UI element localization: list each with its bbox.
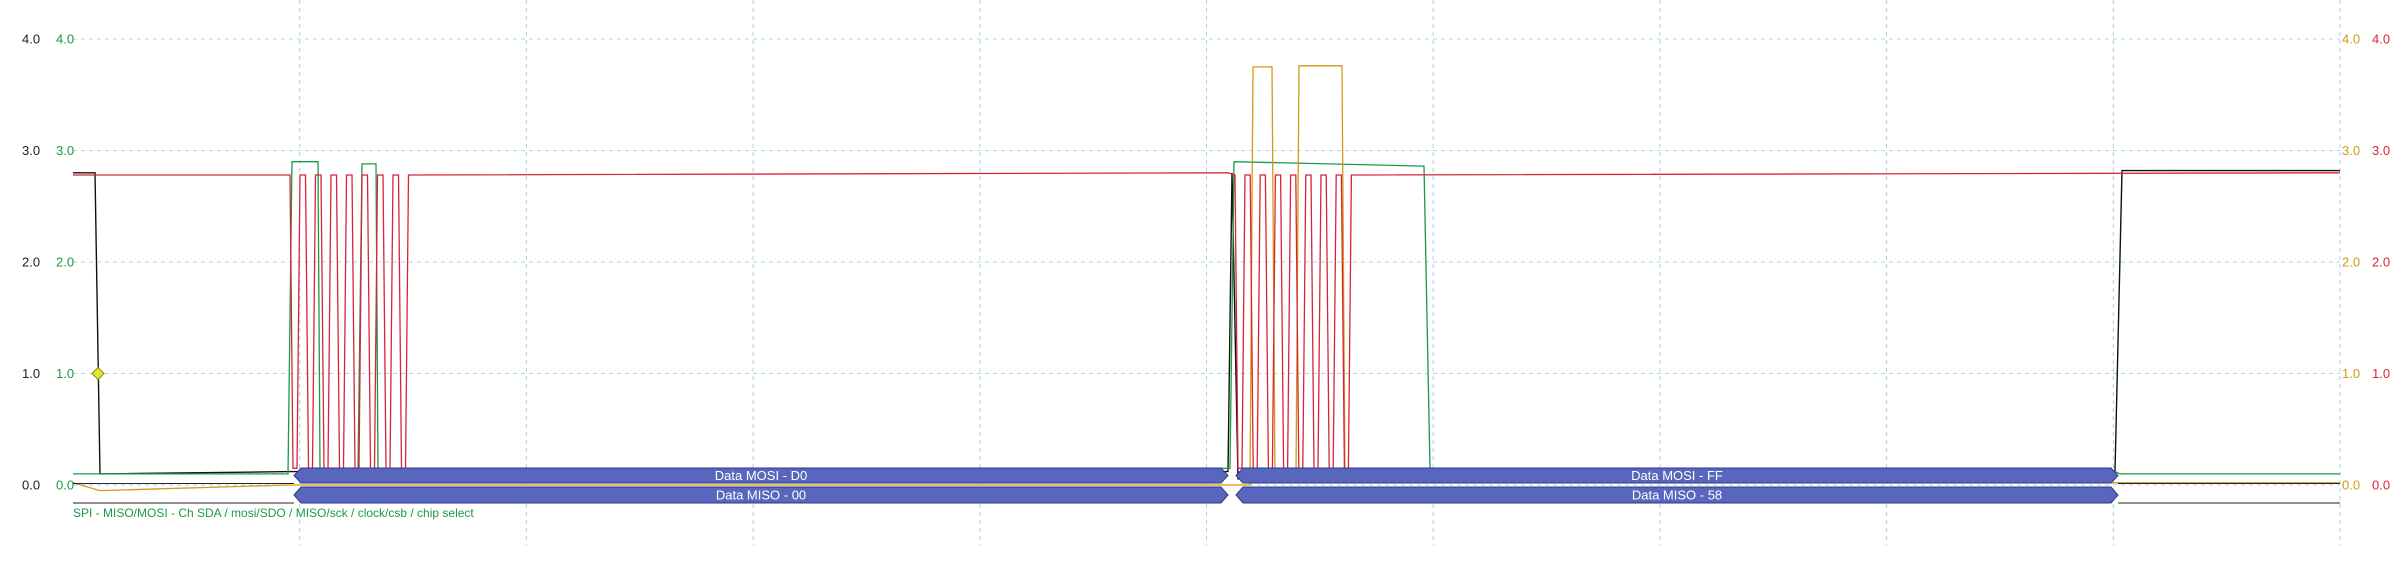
axis-tick-label: 2.0 (22, 255, 40, 270)
waveform-plot[interactable]: 4.0 3.0 2.0 1.0 0.0 4.0 3.0 2.0 1.0 0.0 4.0 3.0 2.… (0, 0, 2397, 559)
axis-tick-label: 0.0 (2342, 478, 2360, 493)
axis-tick-label: 1.0 (22, 366, 40, 381)
miso-packet-label: Data MISO - 00 (716, 488, 806, 503)
axis-tick-label: 3.0 (2372, 143, 2390, 158)
mosi-packet-label: Data MOSI - FF (1631, 468, 1723, 483)
axis-tick-label: 0.0 (22, 478, 40, 493)
axis-left-black: 4.0 3.0 2.0 1.0 0.0 (22, 32, 40, 493)
axis-tick-label: 1.0 (2342, 366, 2360, 381)
miso-packet[interactable]: Data MISO - 58 (1235, 486, 2119, 504)
miso-packet-label: Data MISO - 58 (1632, 488, 1722, 503)
diamond-marker-icon[interactable] (91, 366, 105, 381)
mosi-packet-label: Data MOSI - D0 (715, 468, 807, 483)
axis-tick-label: 4.0 (2372, 32, 2390, 47)
decoder-label: SPI - MISO/MOSI - Ch SDA / mosi/SDO / MI… (73, 506, 474, 520)
axis-left-green: 4.0 3.0 2.0 1.0 0.0 (56, 32, 74, 493)
mosi-packet[interactable]: Data MOSI - D0 (293, 467, 1229, 484)
axis-tick-label: 1.0 (2372, 366, 2390, 381)
axis-right-red: 4.0 3.0 2.0 1.0 0.0 (2372, 32, 2390, 493)
grid (73, 0, 2341, 545)
mosi-packet[interactable]: Data MOSI - FF (1235, 467, 2119, 484)
miso-packet[interactable]: Data MISO - 00 (293, 486, 1229, 504)
axis-tick-label: 1.0 (56, 366, 74, 381)
axis-tick-label: 3.0 (22, 143, 40, 158)
axis-tick-label: 2.0 (2342, 255, 2360, 270)
axis-tick-label: 4.0 (2342, 32, 2360, 47)
axis-tick-label: 0.0 (2372, 478, 2390, 493)
axis-tick-label: 4.0 (22, 32, 40, 47)
axis-tick-label: 2.0 (56, 255, 74, 270)
axis-tick-label: 0.0 (56, 478, 74, 493)
oscilloscope-view: 4.0 3.0 2.0 1.0 0.0 4.0 3.0 2.0 1.0 0.0 4.0 3.0 2.… (0, 0, 2397, 559)
axis-tick-label: 2.0 (2372, 255, 2390, 270)
axis-right-orange: 4.0 3.0 2.0 1.0 0.0 (2342, 32, 2360, 493)
axis-tick-label: 3.0 (2342, 143, 2360, 158)
axis-tick-label: 4.0 (56, 32, 74, 47)
axis-tick-label: 3.0 (56, 143, 74, 158)
